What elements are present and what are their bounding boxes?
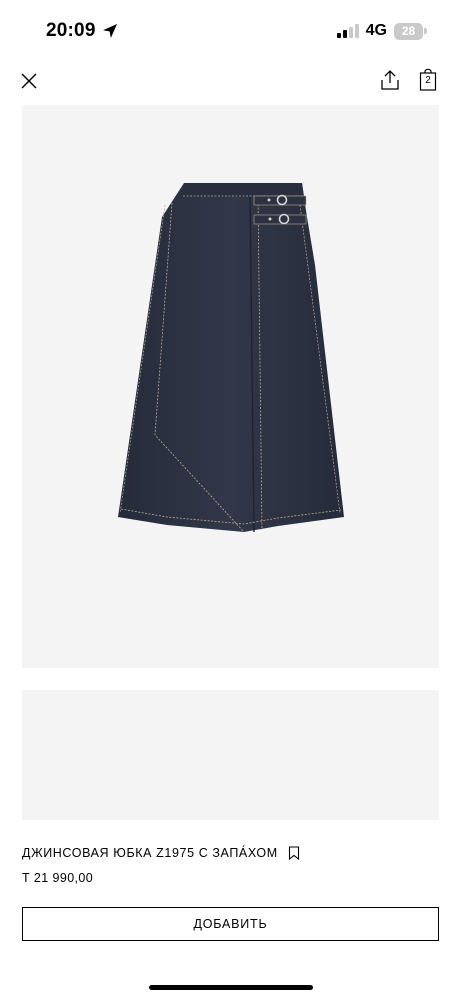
status-bar: 20:09 4G 28: [0, 0, 461, 60]
bag-count: 2: [425, 75, 431, 86]
product-title-row: ДЖИНСОВАЯ ЮБКА Z1975 С ЗАПА́ХОМ: [22, 846, 300, 860]
network-label: 4G: [365, 22, 387, 39]
signal-bars-icon: [336, 24, 359, 38]
product-image-secondary[interactable]: [22, 690, 439, 820]
status-time: 20:09: [46, 20, 96, 41]
product-title: ДЖИНСОВАЯ ЮБКА Z1975 С ЗАПА́ХОМ: [22, 846, 278, 860]
add-to-cart-button[interactable]: ДОБАВИТЬ: [22, 907, 439, 941]
battery-level: 28: [401, 24, 416, 38]
bookmark-icon[interactable]: [288, 846, 300, 860]
product-price: Т 21 990,00: [22, 871, 94, 885]
home-indicator[interactable]: [149, 985, 313, 990]
status-indicators: 4G 28: [336, 22, 427, 40]
denim-skirt-image: [118, 183, 344, 533]
battery-body: 28: [394, 22, 423, 40]
share-icon[interactable]: [379, 68, 401, 92]
battery-icon: 28: [394, 22, 427, 40]
close-icon[interactable]: [18, 70, 40, 92]
location-arrow-icon: [102, 24, 117, 38]
shopping-bag-button[interactable]: 2: [419, 68, 437, 92]
battery-cap: [424, 28, 427, 34]
product-image[interactable]: [22, 105, 439, 668]
add-button-label: ДОБАВИТЬ: [193, 917, 268, 931]
time-group: 20:09: [46, 20, 118, 42]
